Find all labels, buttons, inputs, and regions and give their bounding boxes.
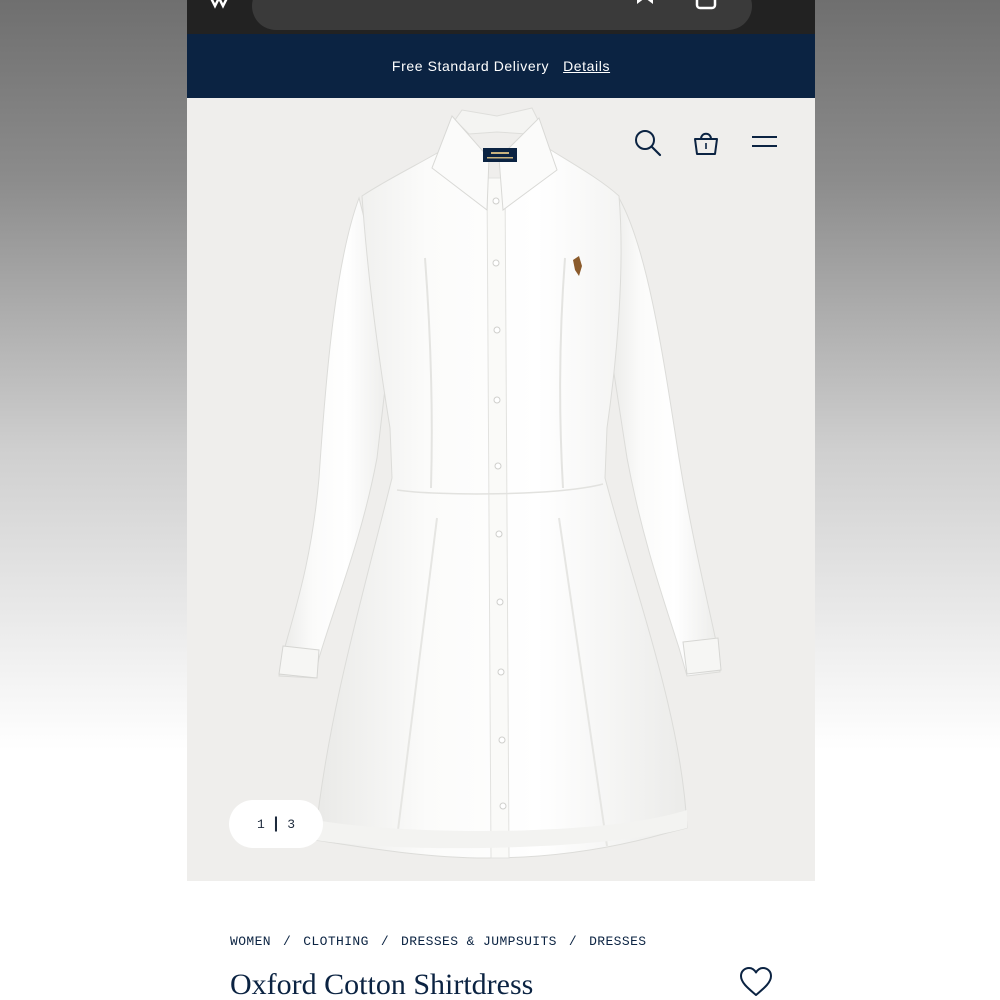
pager-separator: | bbox=[273, 815, 279, 832]
product-image bbox=[278, 107, 722, 859]
breadcrumb-separator: / bbox=[380, 934, 390, 949]
bookmark-icon[interactable] bbox=[634, 0, 656, 6]
product-image-gallery[interactable]: 1 | 3 bbox=[187, 98, 815, 881]
pager-total: 3 bbox=[287, 816, 296, 832]
promo-text: Free Standard Delivery bbox=[391, 58, 550, 74]
promo-banner: Free Standard Delivery Details bbox=[187, 34, 815, 98]
breadcrumb-separator: / bbox=[283, 934, 292, 949]
tabs-icon[interactable] bbox=[695, 0, 717, 10]
breadcrumb-separator: / bbox=[568, 934, 578, 949]
heart-icon[interactable] bbox=[739, 966, 773, 998]
shopping-bag-icon[interactable] bbox=[691, 128, 721, 158]
gallery-pager[interactable]: 1 | 3 bbox=[229, 800, 323, 848]
product-info: WOMEN / CLOTHING / DRESSES & JUMPSUITS /… bbox=[187, 881, 815, 1000]
breadcrumb-women[interactable]: WOMEN bbox=[230, 934, 271, 949]
search-icon[interactable] bbox=[633, 128, 663, 158]
breadcrumb: WOMEN / CLOTHING / DRESSES & JUMPSUITS /… bbox=[230, 934, 647, 949]
menu-icon[interactable] bbox=[750, 128, 780, 158]
address-bar[interactable] bbox=[252, 0, 752, 30]
browser-toolbar bbox=[187, 0, 815, 34]
pager-current: 1 bbox=[256, 816, 265, 832]
breadcrumb-dresses-jumpsuits[interactable]: DRESSES & JUMPSUITS bbox=[401, 934, 557, 949]
breadcrumb-dresses[interactable]: DRESSES bbox=[589, 934, 646, 949]
browser-share-icon[interactable] bbox=[205, 0, 233, 12]
mobile-viewport: Free Standard Delivery Details 1 | 3 WOM… bbox=[187, 0, 815, 1000]
product-title: Oxford Cotton Shirtdress bbox=[230, 968, 534, 1000]
breadcrumb-clothing[interactable]: CLOTHING bbox=[303, 934, 369, 949]
promo-details-link[interactable]: Details bbox=[563, 58, 610, 74]
